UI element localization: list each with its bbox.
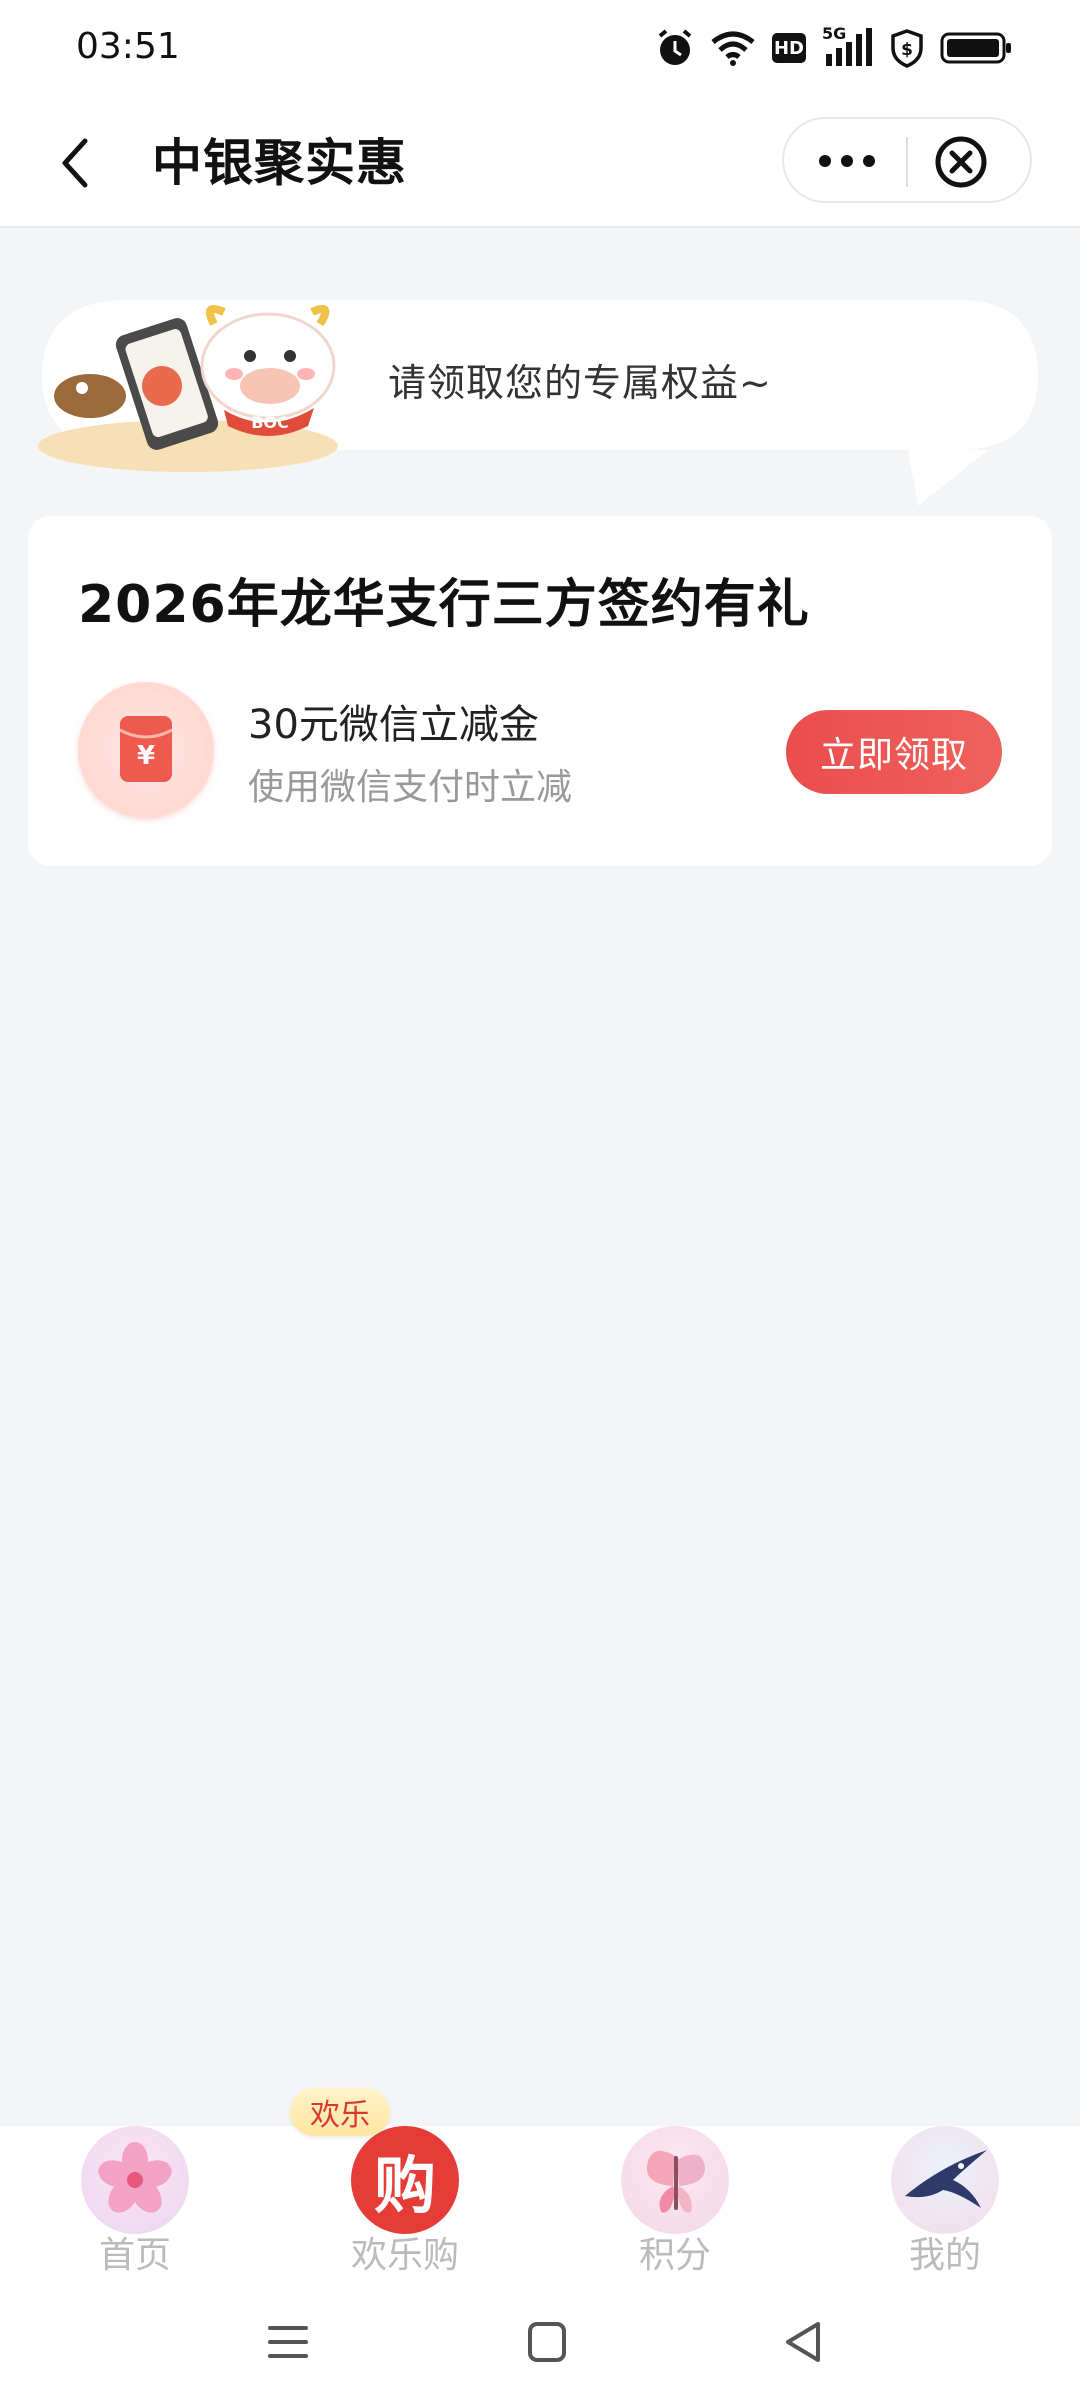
swallow-icon bbox=[891, 2126, 999, 2234]
chevron-left-icon bbox=[62, 138, 88, 188]
welcome-banner: BOC 请领取您的专属权益~ bbox=[38, 296, 1042, 506]
tab-home[interactable]: 首页 bbox=[45, 2126, 225, 2276]
mini-program-capsule bbox=[782, 117, 1032, 203]
butterfly-icon bbox=[621, 2126, 729, 2234]
alarm-icon bbox=[658, 29, 692, 65]
back-button[interactable] bbox=[40, 128, 110, 198]
home-square-icon bbox=[528, 2322, 566, 2362]
system-nav-bar bbox=[0, 2276, 1080, 2408]
yuan-symbol: ¥ bbox=[137, 741, 155, 771]
benefit-card: 2026年龙华支行三方签约有礼 ¥ 30元微信立减金 使用微信支付时立减 立即领… bbox=[28, 516, 1052, 866]
mascot-illustration: BOC bbox=[38, 305, 338, 472]
tab-label-points: 积分 bbox=[638, 2235, 711, 2276]
card-title: 2026年龙华支行三方签约有礼 bbox=[78, 575, 810, 635]
svg-text:$: $ bbox=[901, 40, 913, 60]
page-title: 中银聚实惠 bbox=[152, 134, 407, 192]
hd-label: HD bbox=[773, 37, 804, 59]
more-button[interactable] bbox=[812, 139, 882, 183]
tab-bar: 首页 购 欢乐购 积分 我的 bbox=[0, 2126, 1080, 2276]
coupon-icon-wrap: ¥ bbox=[78, 682, 214, 818]
tab-label-mine: 我的 bbox=[908, 2235, 981, 2276]
shop-glyph: 购 bbox=[373, 2149, 436, 2222]
flower-graphic bbox=[98, 2142, 172, 2213]
status-bar: 03:51 HD 5G $ bbox=[0, 0, 1080, 100]
banner-text: 请领取您的专属权益~ bbox=[388, 361, 772, 405]
shopping-icon: 购 bbox=[351, 2126, 459, 2234]
mascot-label: BOC bbox=[251, 413, 289, 432]
wifi-icon bbox=[711, 31, 755, 66]
nav-bar: 中银聚实惠 bbox=[0, 100, 1080, 228]
tab-shop[interactable]: 购 欢乐购 bbox=[315, 2126, 495, 2276]
tab-label-shop: 欢乐购 bbox=[350, 2235, 459, 2276]
back-triangle-icon bbox=[786, 2322, 820, 2362]
tab-label-home: 首页 bbox=[98, 2235, 171, 2276]
tab-mine[interactable]: 我的 bbox=[855, 2126, 1035, 2276]
capsule-divider bbox=[906, 137, 908, 187]
butterfly-graphic bbox=[646, 2150, 705, 2213]
battery-icon bbox=[940, 32, 1011, 64]
more-dots-icon bbox=[819, 155, 875, 167]
5g-signal-icon: 5G bbox=[822, 24, 874, 68]
close-circle-icon bbox=[935, 136, 987, 188]
shield-icon: $ bbox=[891, 29, 923, 68]
coupon-name: 30元微信立减金 bbox=[248, 702, 539, 748]
coupon-desc: 使用微信支付时立减 bbox=[248, 767, 573, 808]
home-button[interactable] bbox=[516, 2312, 576, 2372]
status-icons: HD 5G $ bbox=[656, 24, 1014, 70]
close-button[interactable] bbox=[934, 135, 988, 189]
sys-back-button[interactable] bbox=[774, 2312, 834, 2372]
swallow-graphic bbox=[905, 2150, 987, 2208]
flower-icon bbox=[81, 2126, 189, 2234]
tab-points[interactable]: 积分 bbox=[585, 2126, 765, 2276]
menu-button[interactable] bbox=[258, 2312, 318, 2372]
red-envelope-icon: ¥ bbox=[119, 716, 173, 782]
promo-badge: 欢乐 bbox=[290, 2088, 390, 2136]
status-time: 03:51 bbox=[76, 26, 180, 67]
claim-button[interactable]: 立即领取 bbox=[786, 710, 1002, 794]
net-label: 5G bbox=[822, 24, 847, 43]
menu-icon bbox=[268, 2326, 308, 2358]
hd-icon: HD bbox=[772, 33, 806, 63]
